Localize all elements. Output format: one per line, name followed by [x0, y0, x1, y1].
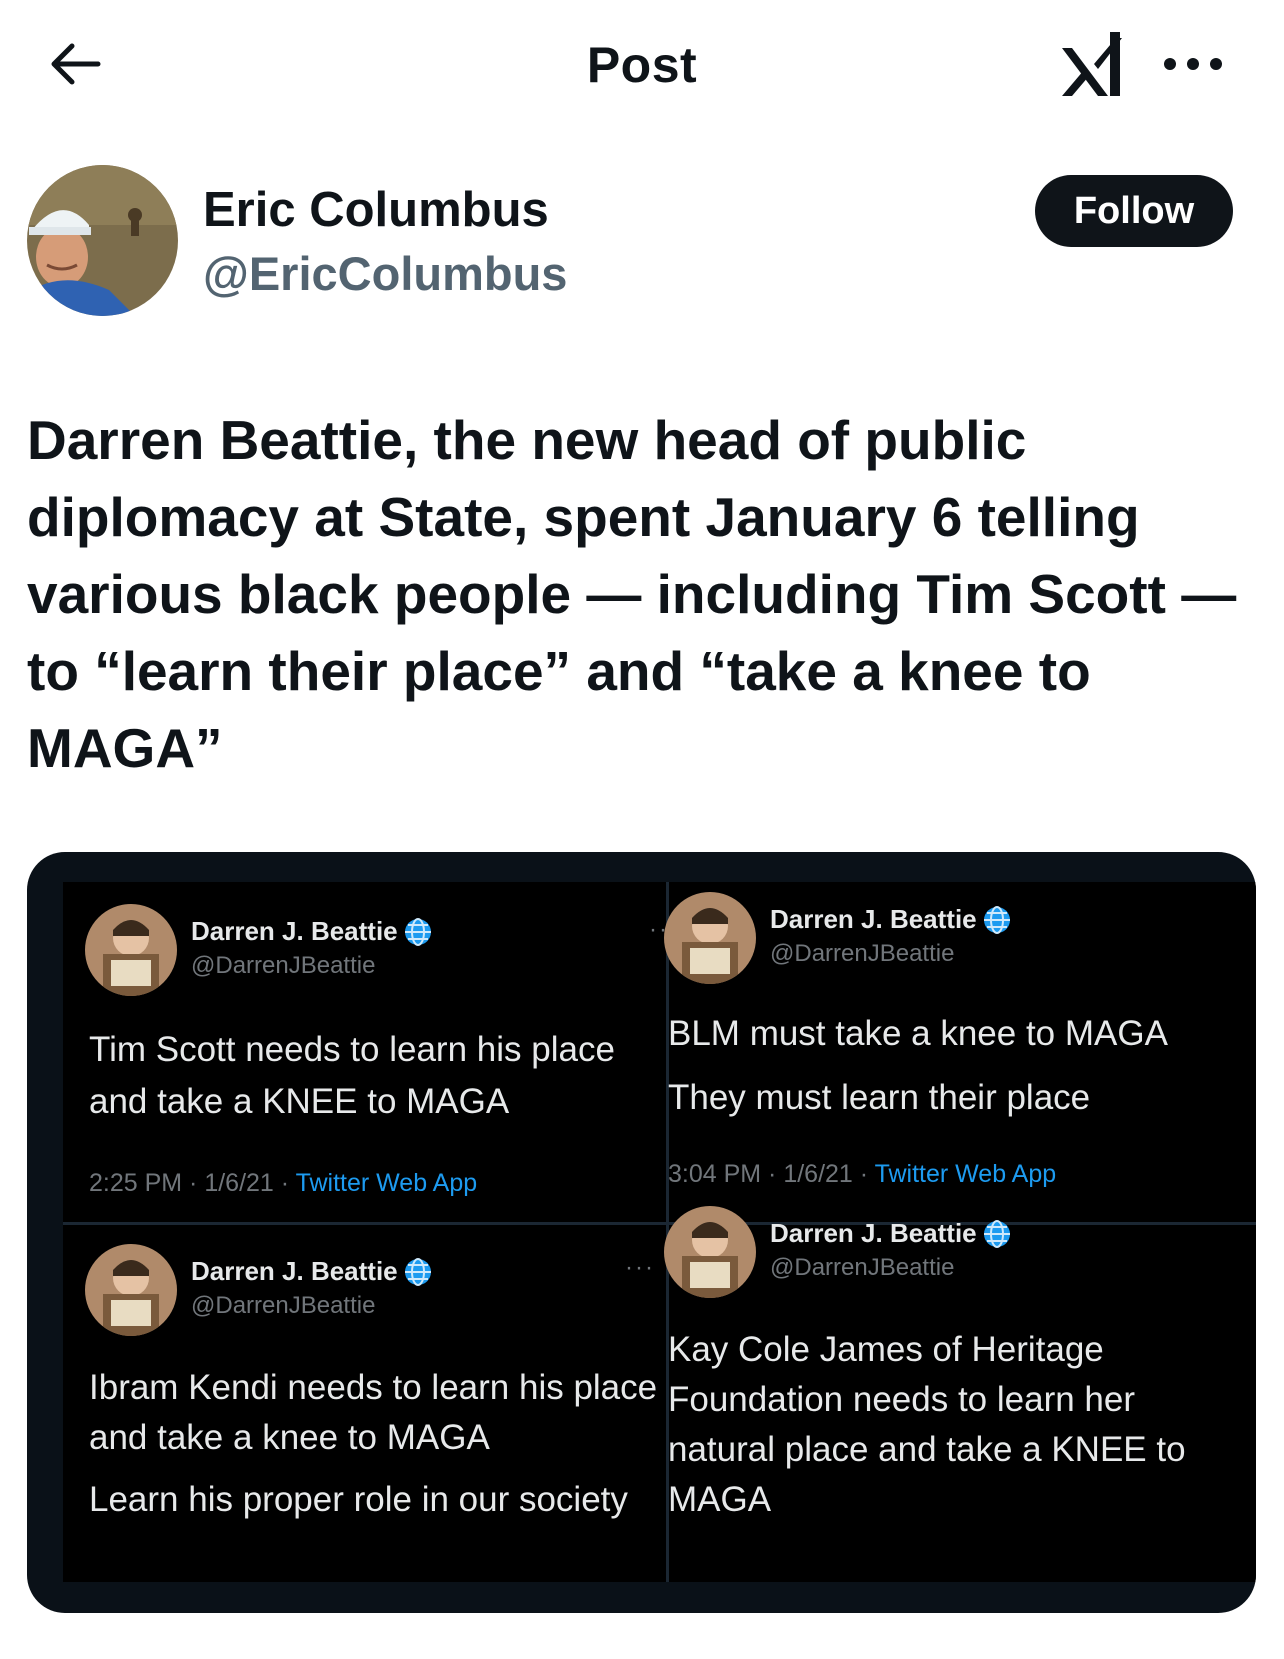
- embedded-tweet-line: They must learn their place: [668, 1078, 1091, 1117]
- embedded-tweet-app: Twitter Web App: [874, 1160, 1057, 1188]
- embedded-author-name: Darren J. Beattie: [191, 916, 432, 947]
- embedded-author-name-text: Darren J. Beattie: [191, 1256, 398, 1286]
- embedded-tweet-line: MAGA: [668, 1480, 772, 1519]
- embedded-avatar: [664, 892, 756, 984]
- embedded-tweet-line: Foundation needs to learn her: [668, 1380, 1135, 1419]
- embedded-author-name-text: Darren J. Beattie: [191, 916, 398, 946]
- embedded-author-handle: @DarrenJBeattie: [770, 940, 955, 967]
- embedded-tweet-line: Kay Cole James of Heritage: [668, 1330, 1104, 1369]
- embedded-tweet: Darren J. Beattie @DarrenJBeattie ··· Ib…: [85, 1244, 658, 1584]
- embedded-author-name-text: Darren J. Beattie: [770, 904, 977, 934]
- more-dot: [1187, 58, 1199, 70]
- embedded-avatar: [85, 1244, 177, 1336]
- embedded-tweet-line: natural place and take a KNEE to: [668, 1430, 1186, 1469]
- globe-badge-icon: [983, 905, 1010, 934]
- follow-button[interactable]: Follow: [1035, 175, 1233, 247]
- embedded-author-handle: @DarrenJBeattie: [191, 1292, 376, 1319]
- more-horizontal-icon: ···: [625, 1254, 655, 1281]
- post-media-image[interactable]: Darren J. Beattie @DarrenJBeattie ·· Tim…: [27, 852, 1256, 1613]
- embedded-tweet-line: Ibram Kendi needs to learn his place: [89, 1368, 658, 1407]
- more-dot: [1210, 58, 1222, 70]
- embedded-tweet: Darren J. Beattie @DarrenJBeattie ·· Tim…: [85, 904, 667, 1224]
- embedded-tweet-line: Tim Scott needs to learn his place: [89, 1030, 615, 1069]
- top-bar: Post: [0, 0, 1284, 130]
- embedded-tweet-line: Learn his proper role in our society: [89, 1480, 628, 1519]
- author-name[interactable]: Eric Columbus: [203, 182, 549, 238]
- embedded-tweet-meta: 3:04 PM · 1/6/21 · Twitter Web App: [668, 1160, 1056, 1189]
- embedded-author-handle: @DarrenJBeattie: [770, 1254, 955, 1281]
- more-horizontal-icon: [1164, 58, 1176, 70]
- embedded-tweet-app: Twitter Web App: [295, 1169, 478, 1197]
- globe-badge-icon: [404, 1257, 431, 1286]
- embedded-author-name: Darren J. Beattie: [770, 904, 1011, 935]
- post-text: Darren Beattie, the new head of public d…: [27, 409, 1237, 779]
- embedded-tweet: Darren J. Beattie @DarrenJBeattie BLM mu…: [664, 892, 1244, 1212]
- grok-button[interactable]: [1058, 26, 1130, 102]
- author-avatar[interactable]: [27, 165, 178, 316]
- embedded-author-name: Darren J. Beattie: [191, 1256, 432, 1287]
- embedded-author-handle: @DarrenJBeattie: [191, 952, 376, 979]
- embedded-tweet: Darren J. Beattie @DarrenJBeattie Kay Co…: [664, 1206, 1244, 1586]
- embedded-avatar: [85, 904, 177, 996]
- globe-badge-icon: [404, 917, 431, 946]
- embedded-avatar: [664, 1206, 756, 1298]
- embedded-tweet-time: 3:04 PM · 1/6/21 ·: [668, 1160, 875, 1188]
- embedded-tweet-time: 2:25 PM · 1/6/21 ·: [89, 1169, 296, 1197]
- more-options-button[interactable]: [1160, 44, 1226, 84]
- embedded-tweet-line: and take a knee to MAGA: [89, 1418, 490, 1457]
- embedded-tweet-line: and take a KNEE to MAGA: [89, 1082, 510, 1121]
- globe-badge-icon: [983, 1219, 1010, 1248]
- embedded-tweet-meta: 2:25 PM · 1/6/21 · Twitter Web App: [89, 1169, 477, 1198]
- grok-icon: [1062, 32, 1122, 96]
- embedded-author-name: Darren J. Beattie: [770, 1218, 1011, 1249]
- embedded-tweet-line: BLM must take a knee to MAGA: [668, 1014, 1168, 1053]
- author-handle[interactable]: @EricColumbus: [203, 246, 567, 301]
- embedded-author-name-text: Darren J. Beattie: [770, 1218, 977, 1248]
